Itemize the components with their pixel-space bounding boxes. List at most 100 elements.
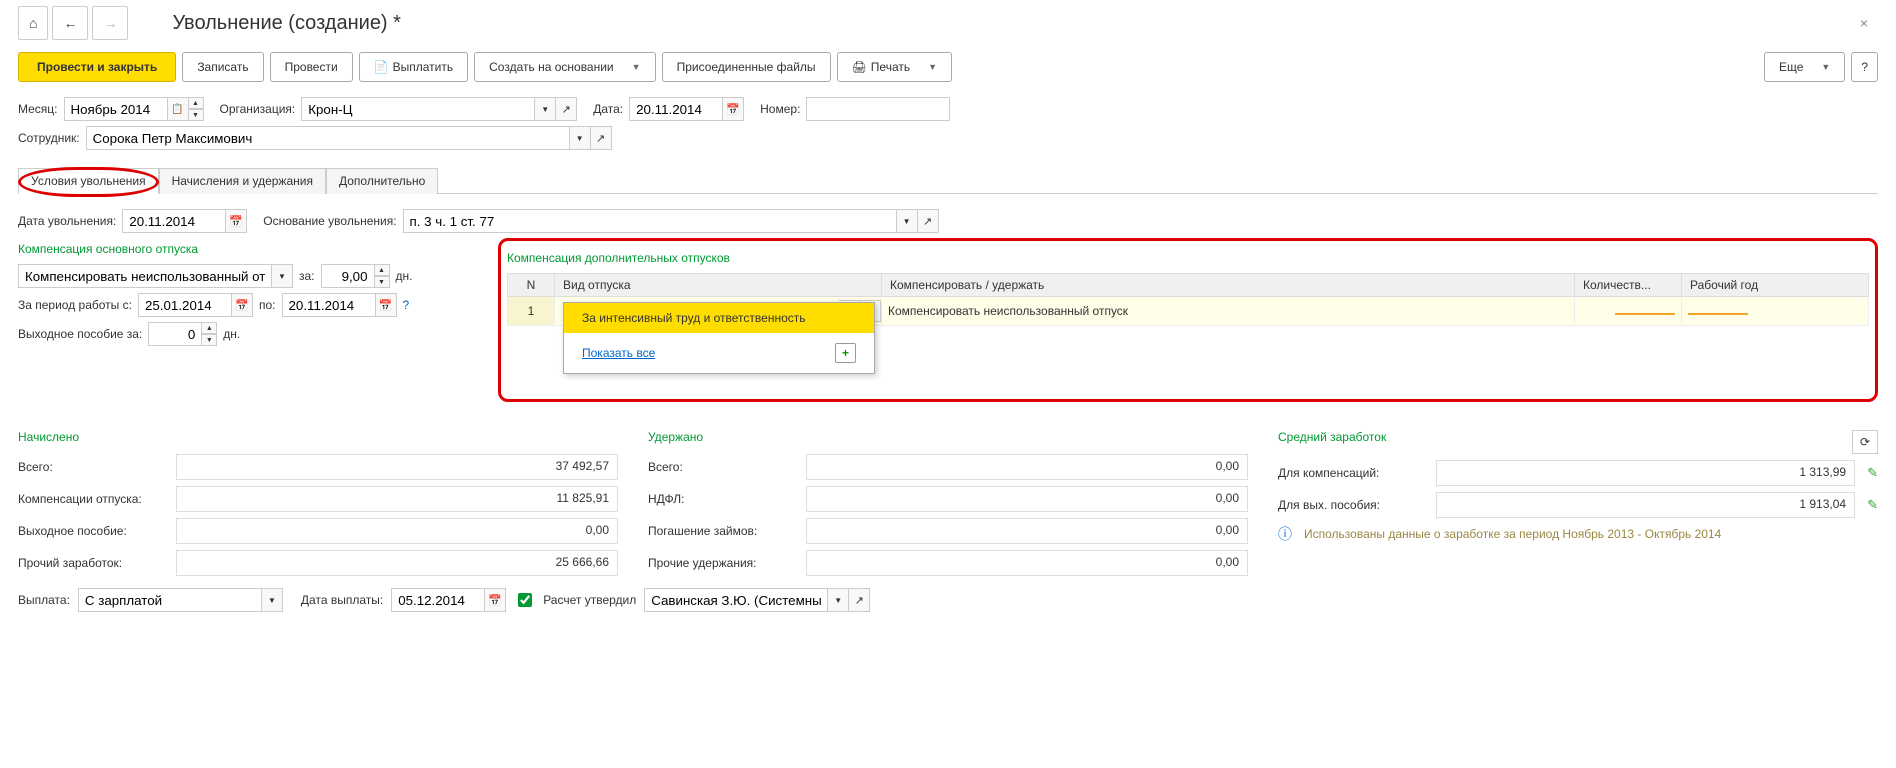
col-comp[interactable]: Компенсировать / удержать: [882, 274, 1575, 297]
comp-days-input[interactable]: [321, 264, 375, 288]
period-from-input[interactable]: [138, 293, 232, 317]
severance-days-input[interactable]: [148, 322, 202, 346]
payout-input[interactable]: [78, 588, 262, 612]
employee-dropdown-icon[interactable]: [570, 126, 591, 150]
paydate-calendar-icon[interactable]: [485, 588, 506, 612]
row-qty[interactable]: [1575, 297, 1682, 326]
print-button[interactable]: Печать: [837, 52, 952, 82]
avg-sev-label: Для вых. пособия:: [1278, 498, 1428, 512]
month-input[interactable]: [64, 97, 168, 121]
month-up[interactable]: ▲: [189, 97, 204, 109]
severance-unit: дн.: [223, 327, 240, 341]
tab-accruals[interactable]: Начисления и удержания: [159, 168, 326, 194]
approved-checkbox[interactable]: [518, 593, 532, 607]
org-dropdown-icon[interactable]: [535, 97, 556, 121]
severance-up[interactable]: ▲: [202, 322, 217, 334]
close-icon[interactable]: ×: [1860, 15, 1868, 31]
doc-date-calendar-icon[interactable]: [723, 97, 744, 121]
avg-comp-edit-icon[interactable]: ✎: [1867, 465, 1878, 481]
accrued-comp-label: Компенсации отпуска:: [18, 492, 168, 506]
paydate-label: Дата выплаты:: [301, 593, 383, 607]
dismissal-date-input[interactable]: [122, 209, 226, 233]
row-year[interactable]: [1682, 297, 1869, 326]
comp-days-up[interactable]: ▲: [375, 264, 390, 276]
ndfl-label: НДФЛ:: [648, 492, 798, 506]
post-and-close-button[interactable]: Провести и закрыть: [18, 52, 176, 82]
payout-label: Выплата:: [18, 593, 70, 607]
comp-mode-input[interactable]: [18, 264, 272, 288]
severance-label: Выходное пособие за:: [18, 327, 142, 341]
dropdown-show-all-link[interactable]: Показать все: [582, 346, 655, 360]
paydate-input[interactable]: [391, 588, 485, 612]
withheld-total-label: Всего:: [648, 460, 798, 474]
accrued-total-label: Всего:: [18, 460, 168, 474]
tab-additional[interactable]: Дополнительно: [326, 168, 438, 194]
severance-down[interactable]: ▼: [202, 334, 217, 346]
avg-info-text: Использованы данные о заработке за перио…: [1304, 527, 1721, 541]
pay-button[interactable]: Выплатить: [359, 52, 468, 82]
dropdown-add-button[interactable]: +: [835, 343, 856, 363]
avg-title: Средний заработок: [1278, 430, 1852, 444]
vacation-type-dropdown: За интенсивный труд и ответственность По…: [563, 302, 875, 374]
comp-mode-dropdown-icon[interactable]: [272, 264, 293, 288]
period-help-icon[interactable]: ?: [403, 298, 410, 312]
col-year[interactable]: Рабочий год: [1682, 274, 1869, 297]
create-based-on-button[interactable]: Создать на основании: [474, 52, 655, 82]
number-label: Номер:: [760, 102, 800, 116]
org-input[interactable]: [301, 97, 535, 121]
row-n: 1: [508, 297, 555, 326]
row-comp[interactable]: Компенсировать неиспользованный отпуск: [882, 297, 1575, 326]
help-button[interactable]: ?: [1851, 52, 1878, 82]
period-to-calendar-icon[interactable]: [376, 293, 397, 317]
doc-date-input[interactable]: [629, 97, 723, 121]
ndfl-value: 0,00: [806, 486, 1248, 512]
employee-label: Сотрудник:: [18, 131, 80, 145]
approved-by-input[interactable]: [644, 588, 828, 612]
period-to-label: по:: [259, 298, 276, 312]
month-picker-icon[interactable]: 📋: [168, 97, 189, 121]
avg-sev-edit-icon[interactable]: ✎: [1867, 497, 1878, 513]
accrued-other: 25 666,66: [176, 550, 618, 576]
org-open-icon[interactable]: [556, 97, 577, 121]
avg-comp: 1 313,99: [1436, 460, 1855, 486]
period-to-input[interactable]: [282, 293, 376, 317]
more-button[interactable]: Еще: [1764, 52, 1845, 82]
employee-input[interactable]: [86, 126, 570, 150]
dismissal-basis-dropdown-icon[interactable]: [897, 209, 918, 233]
period-from-label: За период работы с:: [18, 298, 132, 312]
col-type[interactable]: Вид отпуска: [555, 274, 882, 297]
period-from-calendar-icon[interactable]: [232, 293, 253, 317]
accrued-title: Начислено: [18, 430, 618, 444]
month-down[interactable]: ▼: [189, 109, 204, 121]
dismissal-date-calendar-icon[interactable]: [226, 209, 247, 233]
col-qty[interactable]: Количеств...: [1575, 274, 1682, 297]
home-button[interactable]: [18, 6, 48, 40]
attached-files-button[interactable]: Присоединенные файлы: [662, 52, 831, 82]
date-label: Дата:: [593, 102, 623, 116]
col-n[interactable]: N: [508, 274, 555, 297]
post-button[interactable]: Провести: [270, 52, 353, 82]
org-label: Организация:: [220, 102, 296, 116]
tab-conditions[interactable]: Условия увольнения: [18, 168, 159, 194]
employee-open-icon[interactable]: [591, 126, 612, 150]
accrued-other-label: Прочий заработок:: [18, 556, 168, 570]
avg-sev: 1 913,04: [1436, 492, 1855, 518]
extra-comp-highlight: Компенсация дополнительных отпусков N Ви…: [498, 238, 1878, 402]
comp-days-down[interactable]: ▼: [375, 276, 390, 288]
payout-dropdown-icon[interactable]: [262, 588, 283, 612]
number-input[interactable]: [806, 97, 950, 121]
refresh-button[interactable]: ⟳: [1852, 430, 1878, 454]
approved-label: Расчет утвердил: [543, 593, 636, 607]
dropdown-item-intensive[interactable]: За интенсивный труд и ответственность: [564, 303, 874, 333]
approved-dropdown-icon[interactable]: [828, 588, 849, 612]
nav-forward-button[interactable]: [92, 6, 128, 40]
nav-back-button[interactable]: [52, 6, 88, 40]
write-button[interactable]: Записать: [182, 52, 263, 82]
loan-value: 0,00: [806, 518, 1248, 544]
dismissal-basis-input[interactable]: [403, 209, 897, 233]
month-label: Месяц:: [18, 102, 58, 116]
accrued-comp: 11 825,91: [176, 486, 618, 512]
dismissal-basis-open-icon[interactable]: [918, 209, 939, 233]
withheld-other: 0,00: [806, 550, 1248, 576]
approved-open-icon[interactable]: [849, 588, 870, 612]
